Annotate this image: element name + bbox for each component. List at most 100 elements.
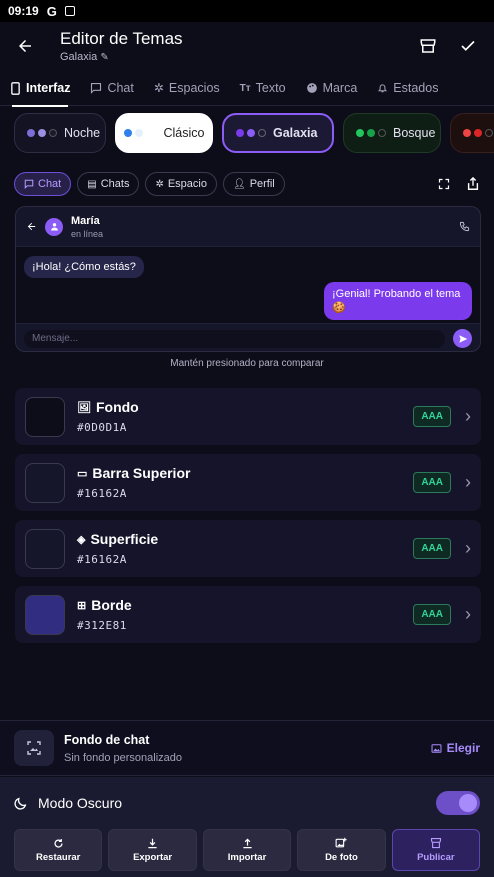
publish-label: Publicar xyxy=(417,852,455,863)
contrast-badge: AAA xyxy=(413,406,451,427)
status-bar: 09:19 G xyxy=(0,0,494,22)
chat-icon xyxy=(24,179,34,189)
choose-background-button[interactable]: Elegir xyxy=(431,741,480,755)
send-button xyxy=(453,329,472,348)
chat-preview[interactable]: María en línea ¡Hola! ¿Cómo estás? ¡Geni… xyxy=(15,206,481,352)
person-icon: 👤︎ xyxy=(232,178,246,190)
theme-chip-label: Bosque xyxy=(393,126,436,140)
theme-chip-label: Clásico xyxy=(163,126,205,140)
arrow-back-icon xyxy=(27,222,36,231)
dark-mode-toggle[interactable] xyxy=(436,791,480,815)
export-label: Exportar xyxy=(133,851,173,863)
toggle-knob xyxy=(459,794,477,812)
contact-name: María xyxy=(71,214,100,227)
border-icon: ⊞ xyxy=(77,599,87,612)
tab-label: Marca xyxy=(322,81,358,95)
preview-tab-chats[interactable]: ▤ Chats xyxy=(77,172,140,196)
preview-tab-label: Chat xyxy=(38,178,62,190)
list-icon: ▤ xyxy=(87,178,97,190)
preview-tab-label: Espacio xyxy=(167,178,207,190)
avatar xyxy=(45,217,63,236)
preview-tab-label: Chats xyxy=(100,178,130,190)
tab-interfaz[interactable]: Interfaz xyxy=(0,70,80,107)
dark-mode-label: Modo Oscuro xyxy=(38,795,123,811)
theme-chip-bosque[interactable]: Bosque xyxy=(343,113,441,153)
color-name: Borde xyxy=(91,597,132,613)
color-swatch[interactable] xyxy=(25,594,65,635)
color-hex: #312E81 xyxy=(77,619,127,632)
tab-label: Interfaz xyxy=(26,81,71,95)
phone-icon xyxy=(11,81,20,95)
share-icon[interactable] xyxy=(466,177,480,191)
theme-chip-label: Noche xyxy=(64,126,101,140)
restore-label: Restaurar xyxy=(36,851,81,863)
import-button[interactable]: Importar xyxy=(202,829,292,871)
tab-texto[interactable]: Tт Texto xyxy=(230,70,296,106)
color-hex: #16162A xyxy=(77,487,127,500)
tab-espacios[interactable]: ✲ Espacios xyxy=(144,70,230,106)
spacing-icon: ✲ xyxy=(153,81,164,95)
store-icon xyxy=(420,39,436,53)
action-buttons: Restaurar Exportar Importar De foto Publ… xyxy=(14,829,481,871)
message-outgoing: ¡Genial! Probando el tema 🍪 xyxy=(324,282,472,320)
color-row-fondo[interactable]: 🖼︎ Fondo #0D0D1A AAA › xyxy=(15,388,481,445)
theme-name: Galaxia xyxy=(60,51,98,63)
tab-label: Chat xyxy=(107,81,134,95)
color-dots xyxy=(27,129,57,137)
export-button[interactable]: Exportar xyxy=(108,829,197,871)
theme-chip-noche[interactable]: Noche xyxy=(14,113,106,153)
text-icon: Tт xyxy=(239,82,251,94)
editor-tabs: Interfaz Chat ✲ Espacios Tт Texto Marca … xyxy=(0,70,494,107)
theme-chip-clasico[interactable]: Clásico xyxy=(115,113,213,153)
theme-chip-label: Galaxia xyxy=(273,126,318,140)
send-icon xyxy=(458,334,467,343)
tab-label: Espacios xyxy=(168,81,220,95)
publish-button[interactable]: Publicar xyxy=(391,829,481,871)
tab-label: Estados xyxy=(393,81,439,95)
wallpaper-icon xyxy=(14,730,54,766)
theme-chip-galaxia[interactable]: Galaxia xyxy=(222,113,334,153)
preview-tab-espacio[interactable]: ✲ Espacio xyxy=(145,172,217,196)
color-row-superficie[interactable]: ◈ Superficie #16162A AAA › xyxy=(15,520,481,577)
store-button[interactable] xyxy=(408,26,448,66)
preview-header: María en línea xyxy=(16,207,480,247)
bottom-panel: Modo Oscuro Restaurar Exportar Importar … xyxy=(0,777,494,877)
preview-tab-perfil[interactable]: 👤︎ Perfil xyxy=(222,172,285,196)
palette-icon xyxy=(306,83,317,93)
image-add-icon xyxy=(335,837,348,848)
chevron-right-icon: › xyxy=(465,406,471,426)
preview-composer: Mensaje... xyxy=(16,323,480,351)
contrast-badge: AAA xyxy=(413,538,451,559)
contrast-badge: AAA xyxy=(413,604,451,625)
confirm-button[interactable] xyxy=(448,26,488,66)
preview-tab-chat[interactable]: Chat xyxy=(14,172,72,196)
color-hex: #16162A xyxy=(77,553,127,566)
color-row-barra-superior[interactable]: ▭ Barra Superior #16162A AAA › xyxy=(15,454,481,511)
tab-estados[interactable]: Estados xyxy=(367,70,448,106)
color-dots xyxy=(236,129,266,137)
restore-button[interactable]: Restaurar xyxy=(14,829,103,871)
tab-chat[interactable]: Chat xyxy=(80,70,143,106)
chat-background-row: Fondo de chat Sin fondo personalizado El… xyxy=(0,720,494,776)
color-swatch[interactable] xyxy=(25,462,65,503)
color-swatch[interactable] xyxy=(25,396,65,437)
theme-chip-red[interactable] xyxy=(450,113,494,153)
chevron-right-icon: › xyxy=(465,472,471,492)
back-button[interactable] xyxy=(0,22,50,70)
check-icon xyxy=(461,40,475,51)
color-swatch[interactable] xyxy=(25,528,65,569)
preview-tab-label: Perfil xyxy=(249,178,275,190)
choose-label: Elegir xyxy=(446,741,480,755)
google-icon: G xyxy=(46,3,57,19)
theme-name-edit[interactable]: Galaxia ✎ xyxy=(60,51,408,63)
top-app-bar: Editor de Temas Galaxia ✎ xyxy=(0,22,494,70)
upload-icon xyxy=(242,837,252,848)
color-dots xyxy=(463,129,493,137)
arrow-back-icon xyxy=(19,40,31,52)
fullscreen-icon[interactable] xyxy=(438,178,450,190)
tab-marca[interactable]: Marca xyxy=(296,70,368,106)
from-photo-button[interactable]: De foto xyxy=(297,829,386,871)
preview-messages: ¡Hola! ¿Cómo estás? ¡Genial! Probando el… xyxy=(16,247,480,323)
contact-status: en línea xyxy=(71,228,104,239)
color-row-borde[interactable]: ⊞ Borde #312E81 AAA › xyxy=(15,586,481,643)
